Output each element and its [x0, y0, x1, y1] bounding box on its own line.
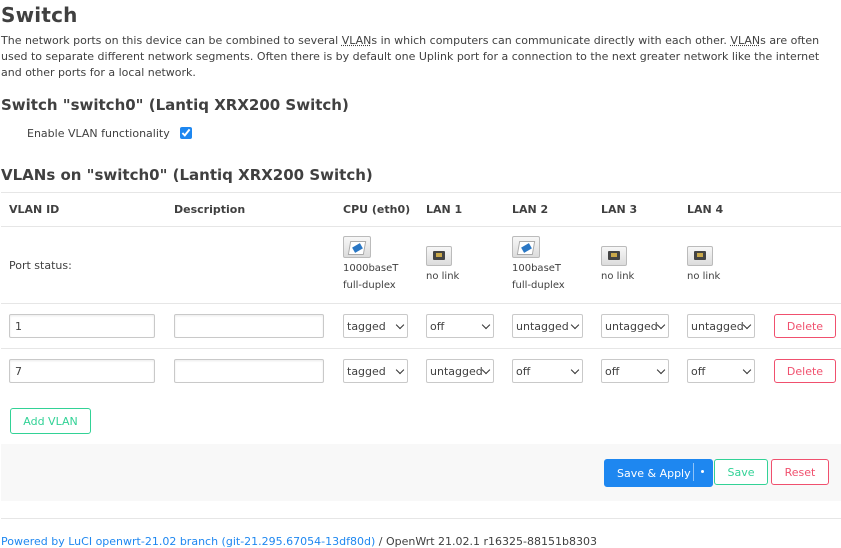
col-lan2: LAN 2 — [504, 192, 593, 227]
port-speed: 100baseT — [512, 263, 562, 274]
add-vlan-button[interactable]: Add VLAN — [10, 408, 91, 434]
port-link-state: no link — [687, 270, 721, 282]
ethernet-nolink-icon — [687, 245, 713, 266]
switch-section-title: Switch "switch0" (Lantiq XRX200 Switch) — [1, 96, 349, 114]
vlan-table: VLAN ID Description CPU (eth0) LAN 1 LAN… — [1, 192, 841, 393]
vlan-description-input[interactable] — [174, 359, 324, 383]
lan3-port-select[interactable]: off — [601, 359, 669, 383]
page-description: The network ports on this device can be … — [1, 33, 836, 81]
chevron-down-icon — [656, 320, 666, 330]
vlans-section-title: VLANs on "switch0" (Lantiq XRX200 Switch… — [1, 166, 373, 184]
vlan-id-input[interactable] — [9, 314, 155, 338]
cpu-port-select[interactable]: tagged — [343, 314, 408, 338]
delete-vlan-button[interactable]: Delete — [774, 359, 836, 383]
port-cpu-status: 1000baseT full-duplex — [335, 226, 418, 304]
vlan-row: tagged off untagged untagged untagged De… — [1, 303, 841, 349]
chevron-down-icon — [481, 320, 491, 330]
port-duplex: full-duplex — [343, 280, 396, 291]
footer-version: / OpenWrt 21.02.1 r16325-88151b8303 — [375, 535, 597, 548]
footer: Powered by LuCI openwrt-21.02 branch (gi… — [1, 535, 597, 548]
port-lan3-status: no link — [593, 226, 679, 304]
chevron-down-icon — [395, 365, 405, 375]
chevron-down-icon — [481, 365, 491, 375]
desc-part-1: The network ports on this device can be … — [1, 34, 342, 47]
lan4-port-select[interactable]: untagged — [687, 314, 755, 338]
luci-link[interactable]: Powered by LuCI openwrt-21.02 branch (gi… — [1, 535, 375, 548]
port-lan2-status: 100baseT full-duplex — [504, 226, 593, 304]
port-status-label: Port status: — [1, 226, 166, 304]
ethernet-nolink-icon — [426, 245, 452, 266]
cpu-port-select[interactable]: tagged — [343, 359, 408, 383]
form-actions-bar: Save & Apply Save Reset — [1, 444, 841, 501]
desc-part-2: s in which computers can communicate dir… — [371, 34, 731, 47]
port-link-state: no link — [426, 270, 460, 282]
port-link-state: no link — [601, 270, 635, 282]
enable-vlan-checkbox[interactable] — [180, 127, 192, 139]
lan2-port-select[interactable]: untagged — [512, 314, 583, 338]
port-duplex: full-duplex — [512, 280, 565, 291]
dropdown-toggle-icon[interactable] — [701, 470, 704, 473]
vlan-description-input[interactable] — [174, 314, 324, 338]
chevron-down-icon — [656, 365, 666, 375]
page-title: Switch — [1, 3, 78, 27]
enable-vlan-row: Enable VLAN functionality — [27, 127, 192, 140]
lan1-port-select[interactable]: untagged — [426, 359, 494, 383]
port-status-row: Port status: 1000baseT full-duplex no li… — [1, 226, 841, 304]
lan2-port-select[interactable]: off — [512, 359, 583, 383]
vlan-table-header: VLAN ID Description CPU (eth0) LAN 1 LAN… — [1, 192, 841, 227]
lan3-port-select[interactable]: untagged — [601, 314, 669, 338]
lan1-port-select[interactable]: off — [426, 314, 494, 338]
lan4-port-select[interactable]: off — [687, 359, 755, 383]
col-lan4: LAN 4 — [679, 192, 766, 227]
ethernet-nolink-icon — [601, 245, 627, 266]
ethernet-link-icon — [512, 236, 540, 258]
save-apply-label: Save & Apply — [617, 466, 691, 480]
col-lan3: LAN 3 — [593, 192, 679, 227]
vlan-abbr: VLAN — [341, 34, 372, 47]
vlan-row: tagged untagged off off off Delete — [1, 349, 841, 394]
ethernet-link-icon — [343, 236, 371, 258]
chevron-down-icon — [570, 365, 580, 375]
vlan-id-input[interactable] — [9, 359, 155, 383]
col-lan1: LAN 1 — [418, 192, 504, 227]
port-lan4-status: no link — [679, 226, 766, 304]
save-button[interactable]: Save — [714, 459, 768, 485]
col-description: Description — [166, 192, 335, 227]
reset-button[interactable]: Reset — [771, 459, 829, 485]
vlan-abbr: VLAN — [730, 34, 761, 47]
delete-vlan-button[interactable]: Delete — [774, 314, 836, 338]
col-actions — [766, 192, 841, 227]
chevron-down-icon — [742, 320, 752, 330]
save-apply-button[interactable]: Save & Apply — [604, 459, 713, 487]
port-speed: 1000baseT — [343, 263, 399, 274]
footer-divider — [1, 518, 841, 519]
port-lan1-status: no link — [418, 226, 504, 304]
col-cpu: CPU (eth0) — [335, 192, 418, 227]
enable-vlan-label: Enable VLAN functionality — [27, 127, 170, 140]
chevron-down-icon — [570, 320, 580, 330]
chevron-down-icon — [742, 365, 752, 375]
col-vlan-id: VLAN ID — [1, 192, 166, 227]
chevron-down-icon — [395, 320, 405, 330]
